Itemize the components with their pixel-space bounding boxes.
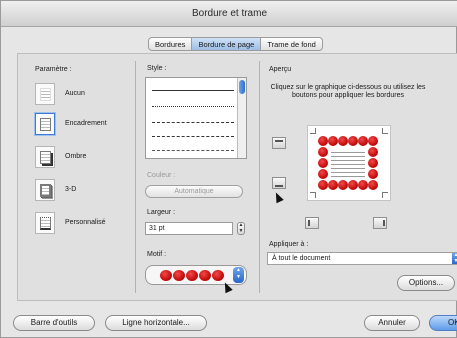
style-label: Style : [147, 65, 167, 72]
column-divider-right [259, 61, 260, 293]
tab-bordure-de-page[interactable]: Bordure de page [192, 38, 262, 50]
top-border-icon [275, 140, 283, 142]
preview-border-dot [348, 180, 358, 190]
preview-border-dot [368, 169, 378, 179]
motif-dot [212, 270, 224, 281]
param-encadrement[interactable]: Encadrement [35, 113, 125, 137]
param-ombre-label: Ombre [65, 153, 87, 160]
preview-border-dot [318, 147, 328, 157]
top-border-button[interactable] [272, 137, 286, 149]
motif-dot [199, 270, 211, 281]
border-none-icon [35, 83, 55, 105]
style-option-dashed[interactable] [152, 122, 234, 123]
style-option-solid[interactable] [152, 90, 234, 91]
couleur-label: Couleur : [147, 172, 176, 179]
motif-popup[interactable]: ▲ ▼ [145, 265, 247, 285]
preview-border-dot [328, 180, 338, 190]
corner-mark [382, 128, 388, 134]
preview-border-dot [318, 180, 328, 190]
toolbar-button[interactable]: Barre d'outils [13, 315, 95, 331]
largeur-label: Largeur : [147, 209, 176, 216]
preview-border-dot [318, 136, 328, 146]
column-divider-left [135, 61, 136, 293]
largeur-stepper[interactable]: ▲ ▼ [237, 222, 245, 235]
motif-label: Motif : [147, 251, 167, 258]
preview-border-dot [328, 136, 338, 146]
motif-arrows-icon: ▲ ▼ [233, 267, 244, 283]
style-list-scrollbar[interactable] [237, 78, 246, 158]
left-border-button[interactable] [305, 217, 319, 229]
preview-page [318, 136, 378, 192]
border-3d-icon [35, 179, 55, 201]
right-border-button[interactable] [373, 217, 387, 229]
tab-trame-de-fond[interactable]: Trame de fond [261, 38, 322, 50]
param-3d-label: 3-D [65, 186, 77, 193]
page-preview[interactable] [307, 125, 391, 201]
preview-border-dot [358, 180, 368, 190]
border-shadow-icon [35, 146, 55, 168]
param-encadrement-label: Encadrement [65, 120, 107, 127]
tab-bordures[interactable]: Bordures [149, 38, 193, 50]
preview-border-dot [348, 136, 358, 146]
border-box-icon [35, 113, 55, 135]
window-title: Bordure et trame [191, 8, 268, 19]
preview-border-dot [318, 158, 328, 168]
corner-mark [310, 192, 316, 198]
ok-button[interactable]: OK [429, 315, 457, 331]
right-border-icon [383, 220, 385, 226]
param-ombre[interactable]: Ombre [35, 146, 125, 170]
dialog-window: Bordure et trame Bordures Bordure de pag… [0, 0, 457, 338]
preview-border-dot [368, 147, 378, 157]
appliquer-select[interactable]: À tout le document ▲ ▼ [267, 252, 457, 265]
select-arrows-icon: ▲ ▼ [452, 252, 457, 264]
couleur-popup[interactable]: Automatique [145, 185, 243, 198]
preview-border-dot [368, 136, 378, 146]
largeur-field[interactable]: 31 pt [145, 222, 233, 235]
preview-border-dot [338, 180, 348, 190]
bottom-border-button[interactable] [272, 177, 286, 189]
param-personnalise[interactable]: Personnalisé [35, 212, 125, 236]
appliquer-value: À tout le document [272, 255, 331, 262]
preview-border-dot [358, 136, 368, 146]
param-personnalise-label: Personnalisé [65, 219, 106, 226]
param-aucun-label: Aucun [65, 90, 85, 97]
appliquer-label: Appliquer à : [269, 241, 309, 248]
left-border-icon [308, 220, 310, 226]
motif-dot [186, 270, 198, 281]
param-aucun[interactable]: Aucun [35, 83, 125, 107]
param-3d[interactable]: 3-D [35, 179, 125, 203]
style-option-long-dash[interactable] [152, 136, 234, 137]
preview-text-lines [331, 149, 365, 179]
parametre-label: Paramètre : [35, 66, 72, 73]
motif-pattern [160, 270, 224, 281]
apercu-label: Aperçu [269, 66, 292, 73]
scroll-thumb[interactable] [239, 80, 245, 94]
apercu-instructions: Cliquez sur le graphique ci-dessous ou u… [270, 84, 426, 99]
bottom-border-icon [275, 185, 283, 187]
border-custom-icon [35, 212, 55, 234]
title-bar[interactable]: Bordure et trame [1, 1, 457, 27]
style-list[interactable] [145, 77, 247, 159]
corner-mark [382, 192, 388, 198]
tab-bar: Bordures Bordure de page Trame de fond [148, 37, 323, 51]
options-button[interactable]: Options... [397, 275, 455, 291]
motif-dot [173, 270, 185, 281]
cancel-button[interactable]: Annuler [364, 315, 420, 331]
style-option-dotted[interactable] [152, 106, 234, 107]
motif-dot [160, 270, 172, 281]
horizontal-line-button[interactable]: Ligne horizontale... [105, 315, 207, 331]
preview-border-dot [338, 136, 348, 146]
style-option-dash-dot[interactable] [152, 150, 234, 151]
corner-mark [310, 128, 316, 134]
preview-border-dot [368, 180, 378, 190]
preview-border-dot [368, 158, 378, 168]
preview-border-dot [318, 169, 328, 179]
